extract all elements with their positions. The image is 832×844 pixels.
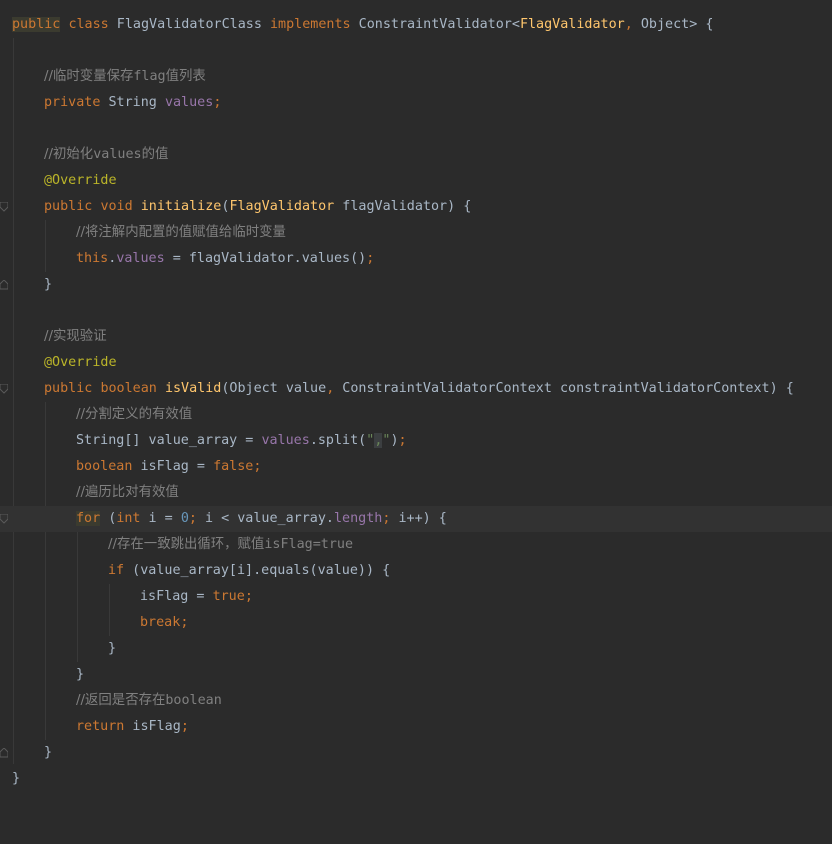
keyword: public xyxy=(12,17,61,32)
code-line[interactable]: //存在一致跳出循环，赋值isFlag=true xyxy=(0,532,832,558)
code-line[interactable]: public class FlagValidatorClass implemen… xyxy=(0,12,832,38)
annotation: @Override xyxy=(44,173,117,188)
code-line[interactable]: //返回是否存在boolean xyxy=(0,688,832,714)
comment: //实现验证 xyxy=(44,329,107,344)
fold-icon[interactable] xyxy=(0,748,8,758)
code-line[interactable]: } xyxy=(0,766,832,792)
code-line[interactable]: @Override xyxy=(0,168,832,194)
keyword: for xyxy=(76,511,101,526)
code-line[interactable]: isFlag = true; xyxy=(0,584,832,610)
comment: //遍历比对有效值 xyxy=(76,485,179,500)
code-line[interactable]: } xyxy=(0,740,832,766)
code-line[interactable]: public boolean isValid(Object value, Con… xyxy=(0,376,832,402)
code-line[interactable]: String[] value_array = values.split(",")… xyxy=(0,428,832,454)
code-line[interactable]: } xyxy=(0,662,832,688)
code-line[interactable]: return isFlag; xyxy=(0,714,832,740)
code-line[interactable]: this.values = flagValidator.values(); xyxy=(0,246,832,272)
code-line[interactable]: //临时变量保存flag值列表 xyxy=(0,64,832,90)
code-line[interactable]: public void initialize(FlagValidator fla… xyxy=(0,194,832,220)
code-line[interactable]: //初始化values的值 xyxy=(0,142,832,168)
code-line[interactable]: //遍历比对有效值 xyxy=(0,480,832,506)
fold-icon[interactable] xyxy=(0,280,8,290)
code-line[interactable]: break; xyxy=(0,610,832,636)
code-line[interactable]: //将注解内配置的值赋值给临时变量 xyxy=(0,220,832,246)
comment: //临时变量保存flag值列表 xyxy=(44,69,206,84)
fold-icon[interactable] xyxy=(0,384,8,394)
code-line[interactable]: private String values; xyxy=(0,90,832,116)
comment: //将注解内配置的值赋值给临时变量 xyxy=(76,225,286,240)
code-line-current[interactable]: for (int i = 0; i < value_array.length; … xyxy=(0,506,832,532)
code-line[interactable]: //分割定义的有效值 xyxy=(0,402,832,428)
code-line[interactable]: if (value_array[i].equals(value)) { xyxy=(0,558,832,584)
comment: //存在一致跳出循环，赋值isFlag=true xyxy=(108,537,354,552)
code-line[interactable]: } xyxy=(0,636,832,662)
code-line[interactable]: //实现验证 xyxy=(0,324,832,350)
annotation: @Override xyxy=(44,355,117,370)
fold-icon[interactable] xyxy=(0,514,8,524)
code-line[interactable]: boolean isFlag = false; xyxy=(0,454,832,480)
code-editor[interactable]: public class FlagValidatorClass implemen… xyxy=(0,0,832,788)
comment: //分割定义的有效值 xyxy=(76,407,193,422)
comment: //返回是否存在boolean xyxy=(76,693,222,708)
comment: //初始化values的值 xyxy=(44,147,169,162)
code-line[interactable]: @Override xyxy=(0,350,832,376)
fold-icon[interactable] xyxy=(0,202,8,212)
code-line[interactable]: } xyxy=(0,272,832,298)
